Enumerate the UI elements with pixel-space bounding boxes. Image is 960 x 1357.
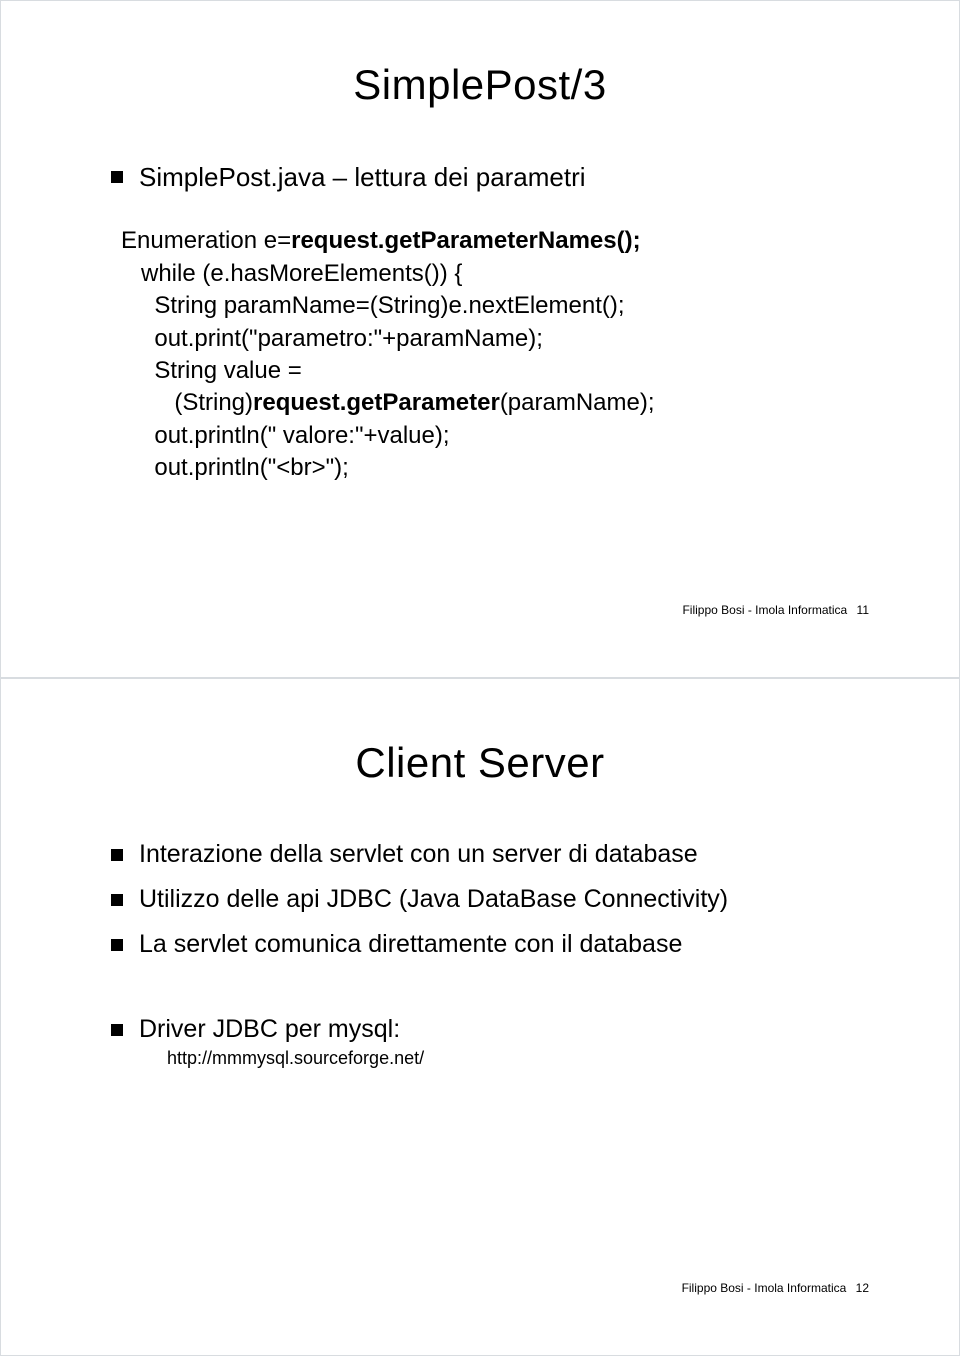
footer-page-number: 12: [856, 1281, 869, 1295]
code-line: String value =: [121, 357, 302, 384]
code-line: out.println("<br>");: [121, 454, 349, 481]
bullet-item: Utilizzo delle api JDBC (Java DataBase C…: [111, 882, 879, 917]
code-line: out.println(" valore:"+value);: [121, 422, 450, 449]
code-line: out.print("parametro:"+paramName);: [121, 325, 543, 352]
code-line-bold: request.getParameter: [253, 389, 500, 416]
code-line: String paramName=(String)e.nextElement()…: [121, 292, 625, 319]
code-line: Enumeration e=: [121, 227, 291, 254]
code-line-bold: request.getParameterNames();: [291, 227, 640, 254]
footer-page-number: 11: [857, 603, 869, 617]
footer-author: Filippo Bosi - Imola Informatica: [682, 1281, 847, 1295]
bullet-text: Driver JDBC per mysql:: [139, 1015, 400, 1043]
slide-11: SimplePost/3 SimplePost.java – lettura d…: [0, 0, 960, 678]
code-block: Enumeration e=request.getParameterNames(…: [81, 225, 879, 484]
bullet-list: SimplePost.java – lettura dei parametri: [81, 159, 879, 195]
bullet-item: Driver JDBC per mysql: http://mmmysql.so…: [111, 1012, 879, 1070]
slide-title: SimplePost/3: [81, 61, 879, 109]
slide-12: Client Server Interazione della servlet …: [0, 678, 960, 1356]
slide-title: Client Server: [81, 739, 879, 787]
spacer: [81, 972, 879, 1012]
bullet-subtext: http://mmmysql.sourceforge.net/: [139, 1047, 879, 1070]
bullet-list: Driver JDBC per mysql: http://mmmysql.so…: [81, 1012, 879, 1070]
bullet-list: Interazione della servlet con un server …: [81, 837, 879, 962]
code-line: (paramName);: [500, 389, 655, 416]
bullet-item: Interazione della servlet con un server …: [111, 837, 879, 872]
bullet-item: La servlet comunica direttamente con il …: [111, 927, 879, 962]
footer-author: Filippo Bosi - Imola Informatica: [682, 603, 847, 617]
slide-footer: Filippo Bosi - Imola Informatica 12: [682, 1281, 869, 1295]
code-line: (String): [121, 389, 253, 416]
bullet-item: SimplePost.java – lettura dei parametri: [111, 159, 879, 195]
code-line: while (e.hasMoreElements()) {: [121, 260, 462, 287]
slide-footer: Filippo Bosi - Imola Informatica 11: [682, 603, 869, 617]
